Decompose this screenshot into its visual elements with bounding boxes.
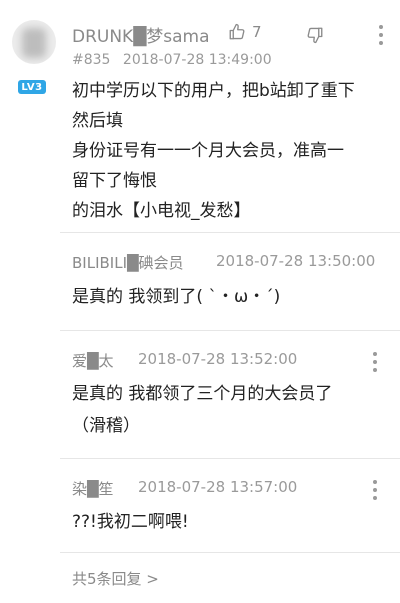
more-vertical-icon[interactable] bbox=[370, 352, 380, 372]
reply-timestamp: 2018-07-28 13:52:00 bbox=[138, 350, 298, 368]
reply-text: ??!我初二啊喂! bbox=[72, 512, 189, 532]
reply-text: 是真的 我都领了三个月的大会员了 （滑稽） bbox=[72, 384, 333, 436]
more-vertical-icon[interactable] bbox=[376, 25, 386, 45]
thumbs-down-icon bbox=[307, 27, 323, 44]
reply-username[interactable]: 染█笙 bbox=[72, 478, 114, 499]
avatar[interactable] bbox=[12, 20, 56, 64]
thumbs-up-icon bbox=[229, 23, 245, 40]
more-vertical-icon[interactable] bbox=[370, 480, 380, 500]
reply-timestamp: 2018-07-28 13:57:00 bbox=[138, 478, 298, 496]
reply-username[interactable]: BILIBILI█碘会员 bbox=[72, 252, 184, 273]
reply-text: 是真的 我领到了( `・ω・´) bbox=[72, 287, 281, 307]
reply-divider bbox=[60, 232, 400, 233]
reply-divider bbox=[60, 458, 400, 459]
reply-timestamp: 2018-07-28 13:50:00 bbox=[216, 252, 376, 270]
reply-username[interactable]: 爱█太 bbox=[72, 350, 114, 371]
like-button[interactable]: 7 bbox=[228, 23, 262, 41]
comment-text: 初中学历以下的用户，把b站卸了重下 然后填 身份证号有一一个月大会员，准高一 留… bbox=[72, 81, 355, 221]
comment-username[interactable]: DRUNK█梦sama bbox=[72, 22, 210, 47]
like-count: 7 bbox=[252, 23, 262, 41]
more-replies-link[interactable]: 共5条回复 > bbox=[72, 568, 159, 589]
floor-number: #835 bbox=[72, 52, 111, 68]
comment-meta: #835 2018-07-28 13:49:00 bbox=[72, 52, 272, 68]
comment-timestamp: 2018-07-28 13:49:00 bbox=[122, 52, 272, 68]
level-badge: LV3 bbox=[18, 80, 46, 94]
reply-divider bbox=[60, 552, 400, 553]
dislike-button[interactable] bbox=[306, 26, 324, 48]
reply-divider bbox=[60, 330, 400, 331]
